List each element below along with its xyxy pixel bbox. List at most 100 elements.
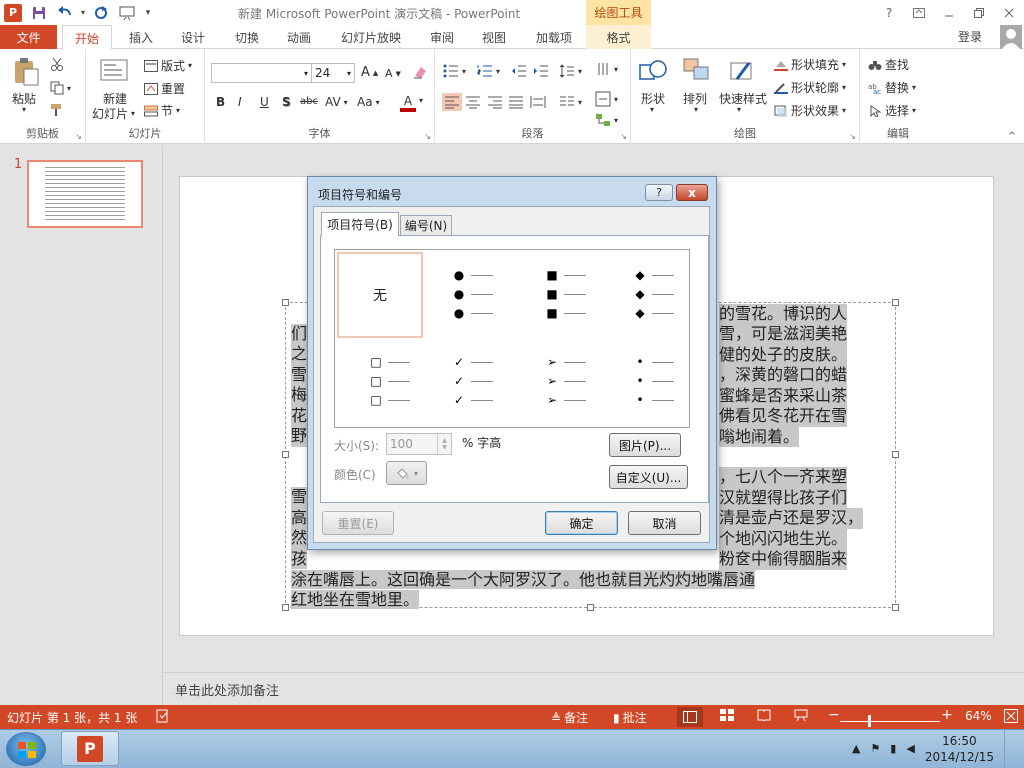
- bullet-option-hollow-square[interactable]: □ □ □: [337, 341, 423, 427]
- zoom-in-button[interactable]: +: [941, 707, 953, 723]
- ribbon-display-options-icon[interactable]: [904, 0, 934, 25]
- layout-button[interactable]: 版式 ▾: [144, 57, 192, 74]
- zoom-level[interactable]: 64%: [965, 709, 992, 723]
- font-size-field[interactable]: 24 ▾: [311, 63, 355, 83]
- clear-formatting-icon[interactable]: [412, 64, 428, 80]
- clipboard-launcher-icon[interactable]: ↘: [75, 132, 82, 141]
- bullet-option-filled-square[interactable]: ■ ■ ■: [517, 252, 603, 338]
- section-button[interactable]: 节 ▾: [144, 102, 180, 119]
- tab-bullets[interactable]: 项目符号(B): [321, 212, 399, 236]
- align-right-icon[interactable]: [487, 95, 503, 109]
- change-case-button[interactable]: Aa ▾: [357, 95, 380, 109]
- cancel-button[interactable]: 取消: [628, 511, 701, 535]
- tab-view[interactable]: 视图: [472, 25, 516, 49]
- slide-sorter-icon[interactable]: [720, 709, 734, 721]
- action-center-icon[interactable]: ⚑: [870, 742, 880, 755]
- italic-button[interactable]: I: [238, 95, 242, 109]
- dialog-close-button[interactable]: x: [676, 184, 708, 201]
- show-desktop-button[interactable]: [1004, 729, 1014, 768]
- show-hidden-icons-icon[interactable]: ▲: [852, 742, 860, 755]
- align-left-icon[interactable]: [442, 93, 462, 111]
- tab-format[interactable]: 格式: [586, 25, 651, 49]
- redo-icon[interactable]: [88, 0, 114, 25]
- customize-button[interactable]: 自定义(U)...: [609, 465, 688, 489]
- start-from-beginning-icon[interactable]: [114, 0, 140, 25]
- font-launcher-icon[interactable]: ↘: [424, 132, 431, 141]
- help-icon[interactable]: ?: [874, 0, 904, 25]
- arrange-dropdown-icon[interactable]: ▾: [694, 105, 698, 114]
- drawing-launcher-icon[interactable]: ↘: [849, 132, 856, 141]
- arrange-icon[interactable]: [682, 57, 712, 87]
- underline-button[interactable]: U: [260, 95, 269, 109]
- paste-dropdown-icon[interactable]: ▾: [22, 105, 26, 114]
- reset-button[interactable]: 重置(E): [322, 511, 394, 535]
- resize-handle-tr[interactable]: [892, 299, 899, 306]
- format-painter-icon[interactable]: [50, 103, 64, 117]
- resize-handle-r[interactable]: [892, 451, 899, 458]
- tab-transitions[interactable]: 切换: [224, 25, 270, 49]
- volume-icon[interactable]: ◀: [906, 742, 914, 755]
- bullet-option-checkmark[interactable]: ✓ ✓ ✓: [428, 341, 514, 427]
- align-center-icon[interactable]: [465, 95, 481, 109]
- tab-design[interactable]: 设计: [170, 25, 216, 49]
- ok-button[interactable]: 确定: [545, 511, 618, 535]
- columns-icon[interactable]: ▾: [559, 95, 582, 109]
- font-color-dropdown-icon[interactable]: ▾: [419, 96, 423, 105]
- justify-icon[interactable]: [508, 95, 524, 109]
- dialog-help-button[interactable]: ?: [645, 184, 673, 201]
- undo-dropdown-icon[interactable]: ▾: [78, 0, 88, 25]
- bullets-icon[interactable]: ▾: [443, 64, 466, 78]
- line-spacing-icon[interactable]: ▾: [559, 64, 582, 78]
- quick-styles-label[interactable]: 快速样式: [719, 90, 767, 107]
- shape-effects-button[interactable]: 形状效果 ▾: [774, 102, 846, 119]
- reset-button[interactable]: 重置: [144, 80, 185, 97]
- text-shadow-button[interactable]: S: [282, 95, 291, 109]
- spell-check-icon[interactable]: [156, 709, 170, 723]
- tab-insert[interactable]: 插入: [118, 25, 164, 49]
- start-button[interactable]: [6, 732, 46, 766]
- tab-home[interactable]: 开始: [62, 25, 112, 50]
- bullet-option-small-dot[interactable]: • • •: [605, 341, 691, 427]
- zoom-out-button[interactable]: −: [828, 707, 840, 723]
- select-button[interactable]: 选择 ▾: [868, 102, 916, 119]
- new-slide-label-2[interactable]: 幻灯片 ▾: [92, 105, 135, 122]
- strikethrough-button[interactable]: abc: [300, 96, 318, 107]
- new-slide-icon[interactable]: [99, 56, 129, 86]
- find-button[interactable]: 查找: [868, 56, 909, 73]
- replace-button[interactable]: ab ac 替换 ▾: [868, 79, 916, 96]
- numbering-icon[interactable]: ▾: [477, 64, 500, 78]
- decrease-indent-icon[interactable]: [511, 64, 527, 78]
- collapse-ribbon-icon[interactable]: ^: [1008, 131, 1016, 142]
- tab-file[interactable]: 文件: [0, 25, 57, 49]
- taskbar-powerpoint-button[interactable]: P: [61, 731, 119, 766]
- shape-fill-button[interactable]: 形状填充 ▾: [774, 56, 846, 73]
- sign-in-link[interactable]: 登录: [958, 28, 982, 45]
- grow-font-button[interactable]: A ▲: [361, 65, 378, 80]
- fit-to-window-icon[interactable]: [1004, 709, 1018, 723]
- clock[interactable]: 16:50 2014/12/15: [925, 733, 994, 765]
- bullet-option-none[interactable]: 无: [337, 252, 423, 338]
- resize-handle-tl[interactable]: [282, 299, 289, 306]
- bullet-option-filled-circle[interactable]: ● ● ●: [428, 252, 514, 338]
- shapes-dropdown-icon[interactable]: ▾: [650, 105, 654, 114]
- comments-toggle[interactable]: ▮ 批注: [613, 709, 647, 726]
- paste-icon[interactable]: [11, 57, 41, 87]
- picture-button[interactable]: 图片(P)...: [609, 433, 681, 457]
- cut-icon[interactable]: [50, 57, 64, 71]
- reading-view-icon[interactable]: [757, 709, 771, 721]
- shapes-icon[interactable]: [638, 57, 668, 87]
- restore-icon[interactable]: [964, 0, 994, 25]
- normal-view-icon[interactable]: [677, 707, 703, 727]
- distributed-icon[interactable]: [530, 95, 546, 109]
- save-icon[interactable]: [26, 0, 52, 25]
- align-text-icon[interactable]: ▾: [595, 91, 618, 107]
- resize-handle-bl[interactable]: [282, 604, 289, 611]
- bold-button[interactable]: B: [216, 95, 225, 109]
- tab-add-ins[interactable]: 加载项: [528, 25, 580, 49]
- slide-thumbnail[interactable]: [27, 160, 143, 228]
- slide-show-icon[interactable]: [794, 709, 808, 721]
- shape-outline-button[interactable]: 形状轮廓 ▾: [774, 79, 846, 96]
- character-spacing-button[interactable]: AV ▾: [325, 95, 348, 109]
- zoom-slider-track[interactable]: [840, 721, 940, 722]
- network-icon[interactable]: ▮: [890, 742, 896, 755]
